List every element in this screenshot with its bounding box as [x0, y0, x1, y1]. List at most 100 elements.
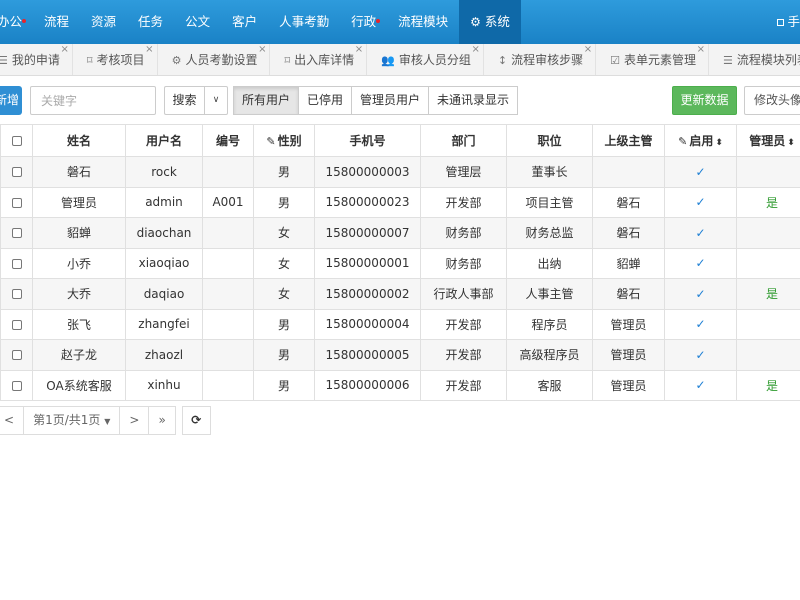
last-page-button[interactable]: » — [148, 406, 176, 435]
row-select-cell[interactable] — [0, 156, 33, 188]
sort-icon[interactable]: ⬍ — [787, 138, 795, 148]
filter-button[interactable]: 管理员用户 — [351, 86, 430, 115]
cell-enabled[interactable]: ✓ — [664, 156, 737, 188]
next-page-button[interactable]: > — [119, 406, 150, 435]
search-dropdown-toggle[interactable]: ∨ — [204, 86, 228, 115]
cell-position: 财务总监 — [506, 217, 593, 249]
close-icon[interactable]: × — [697, 45, 705, 55]
cell-dept: 管理层 — [420, 156, 507, 188]
tab-bar: ☰我的申请×⌑考核项目×⚙人员考勤设置×⌑出入库详情×👥审核人员分组×↕流程审核… — [0, 44, 800, 76]
cell-gender: 女 — [253, 278, 315, 310]
cell-phone: 15800000004 — [314, 308, 421, 340]
cell-supervisor: 管理员 — [592, 308, 665, 340]
cell-enabled[interactable]: ✓ — [664, 247, 737, 279]
cell-enabled[interactable]: ✓ — [664, 217, 737, 249]
prev-page-button[interactable]: < — [0, 406, 25, 435]
row-select-cell[interactable] — [0, 308, 33, 340]
cell-enabled[interactable]: ✓ — [664, 308, 737, 340]
select-all-header[interactable] — [0, 124, 33, 157]
tab-label: 考核项目 — [96, 53, 145, 67]
close-icon[interactable]: × — [471, 45, 479, 55]
change-avatar-button[interactable]: 修改头像 — [744, 86, 800, 115]
tab[interactable]: 👥 审核人员分组 × — [367, 44, 484, 75]
row-checkbox[interactable] — [11, 380, 22, 391]
nav-item[interactable]: 人事考勤 — [268, 0, 340, 44]
nav-item[interactable]: 公文 — [174, 0, 221, 44]
cell-enabled[interactable]: ✓ — [664, 278, 737, 310]
close-icon[interactable]: × — [258, 45, 266, 55]
nav-right-menu[interactable]: 手 — [777, 0, 800, 44]
tab[interactable]: ⌑ 出入库详情 × — [270, 44, 368, 75]
close-icon[interactable]: × — [355, 45, 363, 55]
table-row[interactable]: 管理员 admin A001 男 15800000023 开发部 项目主管 磐石 ✓ 是 — [0, 186, 800, 218]
search-button[interactable]: 搜索 — [164, 86, 204, 115]
row-checkbox[interactable] — [11, 350, 22, 361]
table-row[interactable]: 张飞 zhangfei 男 15800000004 开发部 程序员 管理员 ✓ — [0, 308, 800, 340]
nav-item[interactable]: 行政 — [340, 0, 387, 44]
cell-supervisor: 磐石 — [592, 217, 665, 249]
top-navigation-bar: 办公 流程 资源 任务 公文 客户 人事考勤 行政 流程模块 ⚙ 系统 手 — [0, 0, 800, 44]
table-row[interactable]: 小乔 xiaoqiao 女 15800000001 财务部 出纳 貂蝉 ✓ — [0, 247, 800, 279]
tab-label: 出入库详情 — [294, 53, 355, 67]
tab[interactable]: ⌑ 考核项目 × — [73, 44, 158, 75]
row-select-cell[interactable] — [0, 339, 33, 371]
table-row[interactable]: 大乔 daqiao 女 15800000002 行政人事部 人事主管 磐石 ✓ 是 — [0, 278, 800, 310]
filter-button[interactable]: 已停用 — [298, 86, 353, 115]
row-select-cell[interactable] — [0, 217, 33, 249]
refresh-data-button[interactable]: 更新数据 — [672, 86, 737, 115]
close-icon[interactable]: × — [145, 45, 153, 55]
nav-item[interactable]: 任务 — [127, 0, 174, 44]
select-all-checkbox[interactable] — [11, 136, 22, 146]
cell-position: 客服 — [506, 369, 593, 401]
cell-supervisor: 磐石 — [592, 186, 665, 218]
sort-icon[interactable]: ⬍ — [715, 138, 723, 148]
close-icon[interactable]: × — [61, 45, 69, 55]
tab[interactable]: ☑ 表单元素管理 × — [596, 44, 709, 75]
nav-item-system[interactable]: ⚙ 系统 — [459, 0, 521, 44]
tab[interactable]: ⚙ 人员考勤设置 × — [158, 44, 271, 75]
tab[interactable]: ☰我的申请× — [0, 44, 73, 75]
row-select-cell[interactable] — [0, 369, 33, 401]
row-checkbox[interactable] — [11, 289, 22, 300]
nav-item[interactable]: 客户 — [221, 0, 268, 44]
cell-enabled[interactable]: ✓ — [664, 186, 737, 218]
tab[interactable]: ↕ 流程审核步骤 × — [484, 44, 597, 75]
table-row[interactable]: 赵子龙 zhaozl 男 15800000005 开发部 高级程序员 管理员 ✓ — [0, 339, 800, 371]
header-admin[interactable]: 管理员 ⬍ — [736, 124, 800, 157]
row-checkbox[interactable] — [11, 228, 22, 239]
cell-username: diaochan — [125, 217, 203, 249]
nav-item[interactable]: 流程 — [33, 0, 80, 44]
row-checkbox[interactable] — [11, 197, 22, 208]
add-button[interactable]: 新增 — [0, 86, 22, 115]
filter-button[interactable]: 所有用户 — [233, 86, 300, 115]
row-checkbox[interactable] — [11, 319, 22, 330]
row-checkbox[interactable] — [11, 258, 22, 269]
gear-icon: ⚙ — [171, 54, 182, 67]
table-row[interactable]: 貂蝉 diaochan 女 15800000007 财务部 财务总监 磐石 ✓ — [0, 217, 800, 249]
header-enabled[interactable]: ✎ 启用 ⬍ — [664, 124, 737, 157]
nav-item[interactable]: 流程模块 — [387, 0, 459, 44]
close-icon[interactable]: × — [584, 45, 592, 55]
row-select-cell[interactable] — [0, 247, 33, 279]
cell-enabled[interactable]: ✓ — [664, 339, 737, 371]
cell-dept: 财务部 — [420, 217, 507, 249]
page-select[interactable]: 第1页/共1页 ▼ — [23, 406, 121, 435]
tab-label: 表单元素管理 — [623, 53, 696, 67]
row-select-cell[interactable] — [0, 186, 33, 218]
cell-enabled[interactable]: ✓ — [664, 369, 737, 401]
table-row[interactable]: OA系统客服 xinhu 男 15800000006 开发部 客服 管理员 ✓ 是 — [0, 369, 800, 401]
cell-admin — [736, 217, 800, 249]
nav-item[interactable]: 资源 — [80, 0, 127, 44]
filter-button[interactable]: 未通讯录显示 — [428, 86, 519, 115]
nav-menu: 办公 流程 资源 任务 公文 客户 人事考勤 行政 流程模块 — [0, 0, 459, 44]
table-row[interactable]: 磐石 rock 男 15800000003 管理层 董事长 ✓ — [0, 156, 800, 188]
cell-dept: 开发部 — [420, 369, 507, 401]
cell-name: 大乔 — [32, 278, 126, 310]
row-select-cell[interactable] — [0, 278, 33, 310]
cell-supervisor — [592, 156, 665, 188]
reload-button[interactable]: ⟳ — [181, 406, 211, 435]
tab[interactable]: ☰流程模块列表× — [709, 44, 800, 75]
keyword-search-input[interactable] — [30, 86, 156, 115]
nav-item[interactable]: 办公 — [0, 0, 33, 44]
row-checkbox[interactable] — [11, 167, 22, 178]
